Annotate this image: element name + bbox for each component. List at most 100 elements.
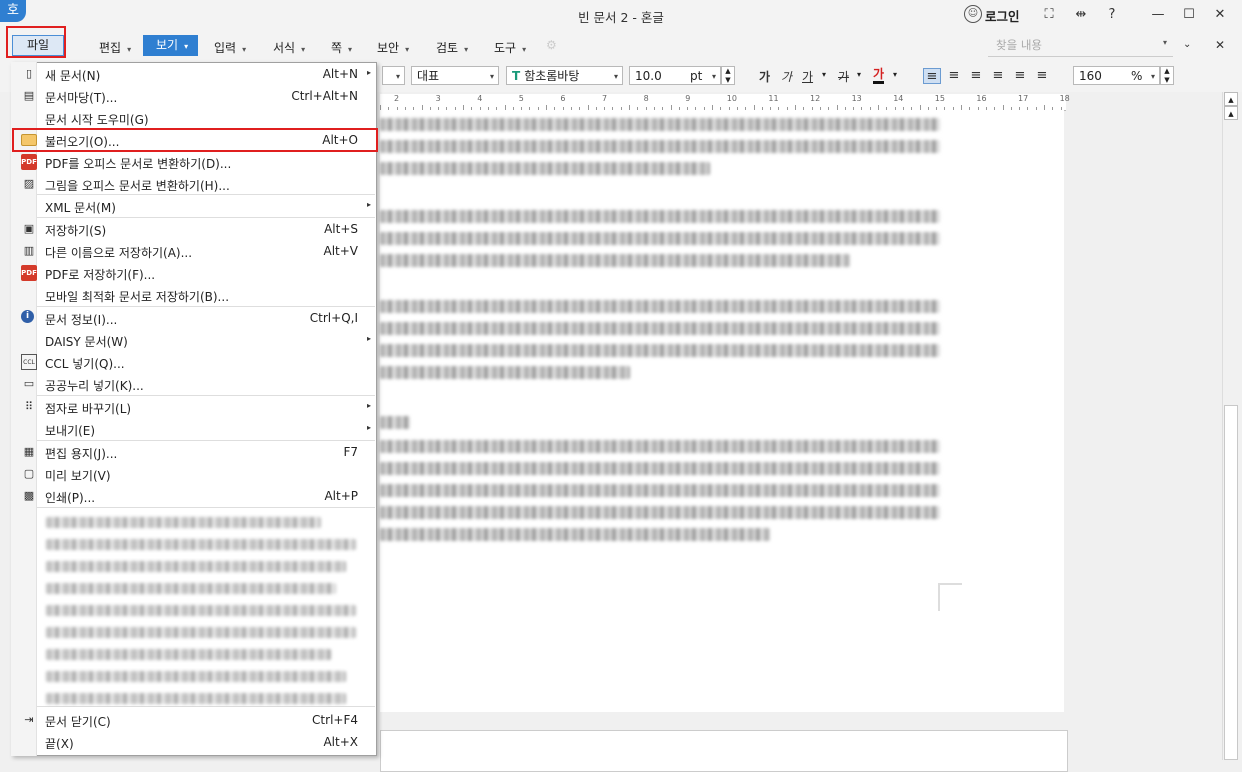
file-menu-item-11[interactable]: i 문서 정보(I)... Ctrl+Q,I	[12, 307, 376, 329]
align-left-icon[interactable]: ≡	[945, 68, 963, 84]
file-menu-item-7[interactable]: ▣ 저장하기(S) Alt+S	[12, 218, 376, 240]
ribbon-toggle-icon[interactable]: ⇹	[1070, 5, 1092, 25]
file-menu-item-21[interactable]: 끝(X) Alt+X	[12, 731, 376, 753]
file-menu-item-20[interactable]: ⇥ 문서 닫기(C) Ctrl+F4	[12, 709, 376, 731]
menu-format[interactable]: 서식 ▾	[273, 39, 305, 56]
recent-file-item[interactable]	[46, 517, 321, 528]
ruler-tick: 10	[726, 94, 737, 103]
document-text-line	[380, 440, 940, 453]
minimize-icon[interactable]: —	[1147, 5, 1169, 25]
file-menu-item-shortcut: Ctrl+F4	[312, 713, 358, 727]
style-select[interactable]: 대표 ▾	[411, 66, 499, 85]
document-page-next[interactable]	[380, 730, 1068, 772]
align-right-icon[interactable]: ≡	[989, 68, 1007, 84]
align-divide-icon[interactable]: ≡	[1033, 68, 1051, 84]
find-input[interactable]: 찾을 내용 ▾	[988, 34, 1173, 57]
file-menu-item-shortcut: Alt+X	[323, 735, 358, 749]
document-text-line	[380, 322, 940, 335]
fullscreen-icon[interactable]: ⛶	[1038, 5, 1060, 25]
file-menu-item-0[interactable]: ▯ 새 문서(N) Alt+N ▸	[12, 63, 376, 85]
menu-separator	[37, 194, 375, 195]
ribbon-collapse-icon[interactable]: ⌄	[1183, 39, 1191, 50]
close-doc-x-icon[interactable]: ✕	[1215, 38, 1225, 52]
file-menu-item-17[interactable]: ▦ 편집 용지(J)... F7	[12, 441, 376, 463]
doc-madang-icon: ▤	[23, 89, 35, 102]
align-justify-icon[interactable]: ≡	[923, 68, 941, 84]
ruler-tick: 16	[976, 94, 987, 103]
horizontal-ruler[interactable]: 2 3 4 5 6 7 8 9 10 11 12 13 14 15 16 17 18	[380, 94, 1070, 111]
help-icon[interactable]: ?	[1101, 5, 1123, 25]
file-menu-item-2[interactable]: 문서 시작 도우미(G)	[12, 107, 376, 129]
login-button[interactable]: 로그인	[985, 6, 1020, 25]
find-dropdown-icon[interactable]: ▾	[1163, 38, 1167, 47]
menu-separator	[37, 217, 375, 218]
recent-file-item[interactable]	[46, 583, 336, 594]
file-menu-item-16[interactable]: 보내기(E) ▸	[12, 418, 376, 440]
file-menu-highlight	[6, 26, 66, 58]
font-type-icon: T	[512, 69, 521, 83]
font-size-input[interactable]: 10.0 pt ▾	[629, 66, 721, 85]
bold-button[interactable]: 가	[759, 68, 770, 85]
font-select[interactable]: T 함초롬바탕 ▾	[506, 66, 623, 85]
strike-dropdown[interactable]: ▾	[857, 70, 861, 79]
align-distribute-icon[interactable]: ≡	[1011, 68, 1029, 84]
recent-file-item[interactable]	[46, 671, 346, 682]
strike-button[interactable]: 가	[838, 68, 849, 85]
recent-file-item[interactable]	[46, 539, 356, 550]
file-menu-item-18[interactable]: ▢ 미리 보기(V)	[12, 463, 376, 485]
menu-review[interactable]: 검토 ▾	[436, 39, 468, 56]
zoom-select[interactable]: 160% ▾	[1073, 66, 1160, 85]
file-menu-item-10[interactable]: 모바일 최적화 문서로 저장하기(B)...	[12, 284, 376, 306]
file-menu-item-shortcut: Ctrl+Alt+N	[291, 89, 358, 103]
file-menu-item-6[interactable]: XML 문서(M) ▸	[12, 195, 376, 217]
addon-icon[interactable]: ⚙	[546, 38, 557, 52]
align-center-icon[interactable]: ≡	[967, 68, 985, 84]
menu-insert[interactable]: 입력 ▾	[214, 39, 246, 56]
document-text-line	[380, 232, 940, 245]
recent-file-item[interactable]	[46, 693, 346, 704]
menu-edit[interactable]: 편집 ▾	[99, 39, 131, 56]
italic-button[interactable]: 가	[781, 68, 792, 85]
menu-view[interactable]: 보기 ▾	[143, 35, 198, 56]
menu-tools[interactable]: 도구 ▾	[494, 39, 526, 56]
file-menu-item-19[interactable]: ▩ 인쇄(P)... Alt+P	[12, 485, 376, 507]
ruler-tick: 13	[851, 94, 862, 103]
menu-security[interactable]: 보안 ▾	[377, 39, 409, 56]
document-text-line	[380, 416, 410, 429]
file-menu-item-12[interactable]: DAISY 문서(W) ▸	[12, 329, 376, 351]
file-menu-item-shortcut: Alt+S	[324, 222, 358, 236]
recent-file-item[interactable]	[46, 649, 331, 660]
recent-file-item[interactable]	[46, 627, 356, 638]
underline-button[interactable]: 가	[802, 68, 813, 85]
scroll-thumb[interactable]	[1224, 405, 1238, 760]
file-menu-item-1[interactable]: ▤ 문서마당(T)... Ctrl+Alt+N	[12, 85, 376, 107]
ruler-tick: 15	[934, 94, 945, 103]
recent-file-item[interactable]	[46, 605, 356, 616]
font-color-button[interactable]: 가	[873, 68, 885, 84]
file-menu-item-shortcut: Alt+P	[324, 489, 358, 503]
font-color-dropdown[interactable]: ▾	[893, 70, 897, 79]
file-menu-item-13[interactable]: CCL CCL 넣기(Q)...	[12, 351, 376, 373]
file-menu-item-4[interactable]: PDF PDF를 오피스 문서로 변환하기(D)...	[12, 151, 376, 173]
maximize-icon[interactable]: ☐	[1178, 5, 1200, 25]
ruler-tick: 14	[893, 94, 904, 103]
submenu-arrow-icon: ▸	[366, 334, 371, 343]
file-menu-item-9[interactable]: PDF PDF로 저장하기(F)...	[12, 262, 376, 284]
file-menu-item-15[interactable]: ⠿ 점자로 바꾸기(L) ▸	[12, 396, 376, 418]
style-left-dropdown[interactable]: ▾	[382, 66, 405, 85]
zoom-stepper[interactable]: ▲ ▼	[1160, 66, 1174, 85]
find-placeholder: 찾을 내용	[996, 38, 1042, 52]
close-window-icon[interactable]: ✕	[1209, 5, 1231, 25]
font-size-stepper[interactable]: ▲ ▼	[721, 66, 735, 85]
document-page[interactable]	[380, 110, 1064, 712]
menu-page[interactable]: 쪽 ▾	[331, 39, 352, 56]
document-text-line	[380, 254, 850, 267]
file-menu-item-5[interactable]: ▨ 그림을 오피스 문서로 변환하기(H)...	[12, 173, 376, 195]
file-menu-item-14[interactable]: ▭ 공공누리 넣기(K)...	[12, 373, 376, 395]
scroll-up-icon[interactable]: ▲	[1224, 92, 1238, 106]
scroll-page-up-icon[interactable]: ▲	[1224, 106, 1238, 120]
file-menu-item-8[interactable]: ▥ 다른 이름으로 저장하기(A)... Alt+V	[12, 240, 376, 262]
underline-dropdown[interactable]: ▾	[822, 70, 826, 79]
user-icon[interactable]: ☺	[964, 5, 982, 23]
recent-file-item[interactable]	[46, 561, 346, 572]
